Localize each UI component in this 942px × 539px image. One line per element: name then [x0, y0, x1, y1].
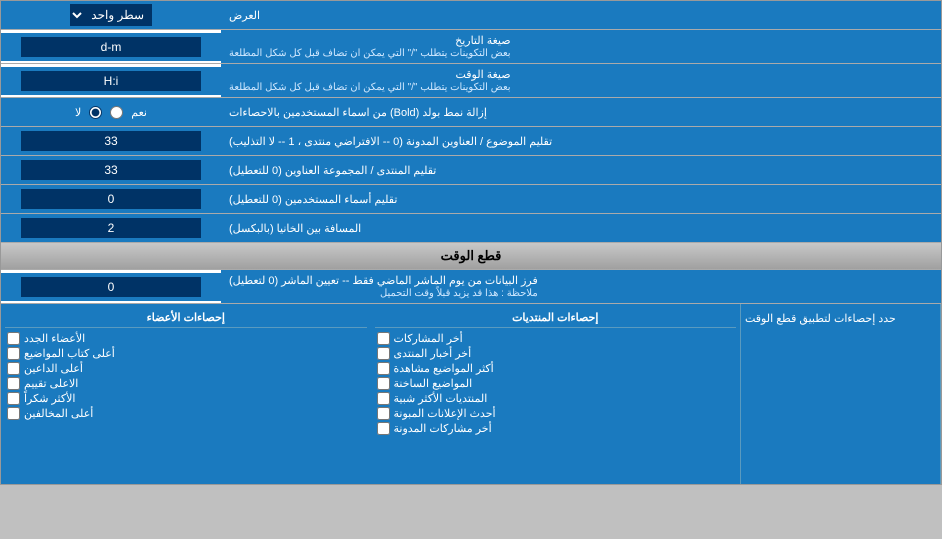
row-topic-trim-input-wrap [1, 127, 221, 155]
row-time-format: صيغة الوقتبعض التكوينات يتطلب "/" التي ي… [1, 64, 941, 98]
cb-item: أكثر المواضيع مشاهدة [375, 361, 737, 376]
cb-last-blog-posts[interactable] [377, 422, 390, 435]
cb-hot-topics[interactable] [377, 377, 390, 390]
row-realtime-label: فرز البيانات من يوم الماشر الماضي فقط --… [221, 270, 941, 303]
row-date-label: صيغة التاريخبعض التكوينات يتطلب "/" التي… [221, 30, 941, 63]
bottom-area: حدد إحصاءات لتطبيق قطع الوقت إحصاءات الم… [1, 304, 941, 484]
cb-top-writers[interactable] [7, 347, 20, 360]
date-format-input[interactable] [21, 37, 201, 57]
row-display: العرض سطر واحد سطرين ثلاثة أسطر [1, 1, 941, 30]
cb-item: الاعلى تقييم [5, 376, 367, 391]
row-date-format: صيغة التاريخبعض التكوينات يتطلب "/" التي… [1, 30, 941, 64]
cb-item: أخر أخبار المنتدى [375, 346, 737, 361]
row-forum-trim-label: تقليم المنتدى / المجموعة العناوين (0 للت… [221, 156, 941, 184]
cb-item: أعلى المخالفين [5, 406, 367, 421]
row-bold-radio-wrap: نعم لا [1, 98, 221, 126]
cb-top-rated[interactable] [7, 377, 20, 390]
radio-yes-label: نعم [131, 106, 147, 119]
cb-most-thanked[interactable] [7, 392, 20, 405]
cb-popular-forums[interactable] [377, 392, 390, 405]
row-spacing-input-wrap [1, 214, 221, 242]
realtime-filter-input[interactable] [21, 277, 201, 297]
bottom-limit-label: حدد إحصاءات لتطبيق قطع الوقت [741, 304, 941, 484]
cb-last-posts[interactable] [377, 332, 390, 345]
cb-item: أخر المشاركات [375, 331, 737, 346]
section-realtime-header: قطع الوقت [1, 243, 941, 270]
cb-item: المنتديات الأكثر شبية [375, 391, 737, 406]
row-realtime-filter: فرز البيانات من يوم الماشر الماضي فقط --… [1, 270, 941, 304]
cb-item: المواضيع الساخنة [375, 376, 737, 391]
display-select[interactable]: سطر واحد سطرين ثلاثة أسطر [70, 4, 152, 26]
cb-item: أخر مشاركات المدونة [375, 421, 737, 436]
row-topic-trim: تقليم الموضوع / العناوين المدونة (0 -- ا… [1, 127, 941, 156]
row-realtime-input-wrap [1, 273, 221, 301]
topic-trim-input[interactable] [21, 131, 201, 151]
bottom-center-col: إحصاءات المنتديات أخر المشاركات أخر أخبا… [371, 304, 742, 484]
row-username-trim: تقليم أسماء المستخدمين (0 للتعطيل) [1, 185, 941, 214]
main-container: العرض سطر واحد سطرين ثلاثة أسطر صيغة الت… [0, 0, 942, 485]
row-date-input-wrap [1, 33, 221, 61]
row-username-trim-label: تقليم أسماء المستخدمين (0 للتعطيل) [221, 185, 941, 213]
cb-item: الأكثر شكراً [5, 391, 367, 406]
cb-last-news[interactable] [377, 347, 390, 360]
cb-top-inviters[interactable] [7, 362, 20, 375]
row-forum-trim-input-wrap [1, 156, 221, 184]
row-topic-trim-label: تقليم الموضوع / العناوين المدونة (0 -- ا… [221, 127, 941, 155]
cb-item: أحدث الإعلانات المبونة [375, 406, 737, 421]
row-spacing-label: المسافة بين الخانيا (بالبكسل) [221, 214, 941, 242]
username-trim-input[interactable] [21, 189, 201, 209]
bottom-right-col: إحصاءات الأعضاء الأعضاء الجدد أعلى كتاب … [1, 304, 371, 484]
row-display-input: سطر واحد سطرين ثلاثة أسطر [1, 1, 221, 29]
row-bold: إزالة نمط بولد (Bold) من اسماء المستخدمي… [1, 98, 941, 127]
cb-most-viewed[interactable] [377, 362, 390, 375]
row-display-label: العرض [221, 1, 941, 29]
col1-header: إحصاءات الأعضاء [5, 308, 367, 328]
row-time-input-wrap [1, 67, 221, 95]
cb-item: الأعضاء الجدد [5, 331, 367, 346]
cb-latest-announcements[interactable] [377, 407, 390, 420]
spacing-input[interactable] [21, 218, 201, 238]
row-username-trim-input-wrap [1, 185, 221, 213]
forum-trim-input[interactable] [21, 160, 201, 180]
row-bold-label: إزالة نمط بولد (Bold) من اسماء المستخدمي… [221, 98, 941, 126]
row-forum-trim: تقليم المنتدى / المجموعة العناوين (0 للت… [1, 156, 941, 185]
cb-top-violators[interactable] [7, 407, 20, 420]
cb-new-members[interactable] [7, 332, 20, 345]
row-spacing: المسافة بين الخانيا (بالبكسل) [1, 214, 941, 243]
time-format-input[interactable] [21, 71, 201, 91]
col2-header: إحصاءات المنتديات [375, 308, 737, 328]
radio-no[interactable] [89, 106, 102, 119]
cb-item: أعلى كتاب المواضيع [5, 346, 367, 361]
radio-yes[interactable] [110, 106, 123, 119]
row-time-label: صيغة الوقتبعض التكوينات يتطلب "/" التي ي… [221, 64, 941, 97]
cb-item: أعلى الداعين [5, 361, 367, 376]
radio-no-label: لا [75, 106, 81, 119]
